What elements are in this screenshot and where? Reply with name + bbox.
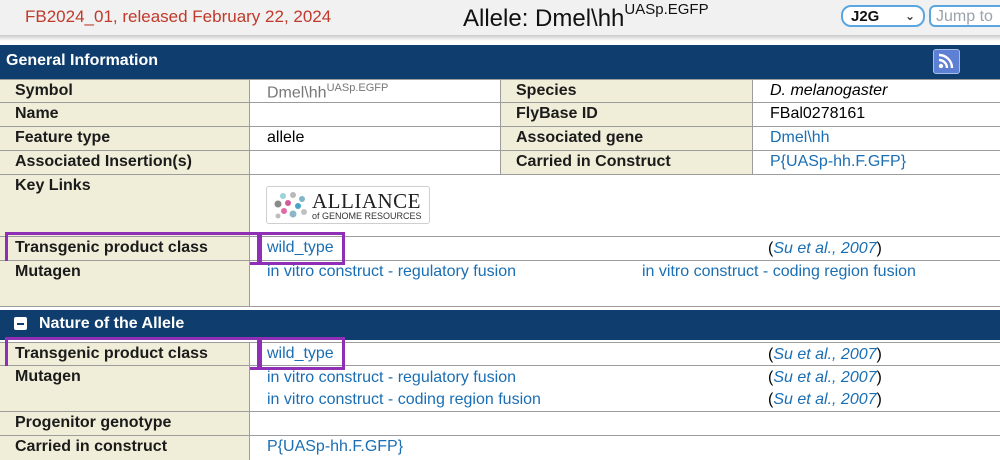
mutagen-link-coding[interactable]: in vitro construct - coding region fusio…: [642, 263, 916, 281]
progenitor-genotype-label: Progenitor genotype: [0, 412, 249, 435]
name-value: [249, 103, 500, 126]
row-progenitor-genotype: Progenitor genotype: [0, 412, 1000, 436]
symbol-value: Dmel\hhUASp.EGFP: [249, 80, 500, 102]
header-shadow: [0, 35, 1000, 41]
alliance-logo[interactable]: ALLIANCE of GENOME RESOURCES: [266, 186, 430, 224]
species-label: Species: [500, 80, 752, 102]
symbol-label: Symbol: [0, 80, 249, 102]
flybase-id-label: FlyBase ID: [500, 103, 752, 126]
chevron-down-icon: ⌄: [904, 9, 915, 23]
row-symbol: Symbol Dmel\hhUASp.EGFP Species D. melan…: [0, 79, 1000, 103]
top-bar: FB2024_01, released February 22, 2024 Al…: [0, 0, 1000, 35]
mutagen-label: Mutagen: [0, 261, 249, 306]
transgenic-product-class-cell: wild_type: [249, 237, 1000, 260]
feature-type-value: allele: [249, 127, 500, 150]
row-nature-mutagen: Mutagen in vitro construct - regulatory …: [0, 366, 1000, 412]
reference-link[interactable]: Su et al., 2007: [773, 369, 876, 386]
collapse-icon[interactable]: [14, 317, 27, 330]
progenitor-genotype-value: [249, 412, 1000, 435]
row-associated-insertion: Associated Insertion(s) Carried in Const…: [0, 151, 1000, 175]
rss-icon[interactable]: [933, 49, 960, 74]
row-name: Name FlyBase ID FBal0278161: [0, 103, 1000, 127]
nature-mutagen-label: Mutagen: [0, 366, 249, 411]
species-value: D. melanogaster: [752, 80, 1000, 102]
nature-mutagen-reference-1: (Su et al., 2007): [768, 369, 882, 386]
nature-of-allele-header[interactable]: Nature of the Allele: [0, 310, 1000, 340]
nature-carried-label: Carried in construct: [0, 436, 249, 460]
nature-mutagen-link-coding[interactable]: in vitro construct - coding region fusio…: [267, 391, 541, 408]
alliance-logo-subtext: of GENOME RESOURCES: [312, 211, 422, 221]
reference-link[interactable]: Su et al., 2007: [773, 346, 876, 363]
nature-carried-cell: P{UASp-hh.F.GFP}: [249, 436, 1000, 460]
row-carried-in-construct: Carried in construct P{UASp-hh.F.GFP}: [0, 436, 1000, 460]
key-links-label: Key Links: [0, 175, 249, 236]
associated-insertion-label: Associated Insertion(s): [0, 151, 249, 174]
associated-insertion-value: [249, 151, 500, 174]
nature-mutagen-link-regulatory[interactable]: in vitro construct - regulatory fusion: [267, 369, 516, 386]
alliance-logo-icon: [274, 192, 307, 219]
associated-gene-cell: Dmel\hh: [752, 127, 1000, 150]
row-key-links: Key Links: [0, 175, 1000, 237]
nature-transgenic-reference: (Su et al., 2007): [768, 346, 882, 363]
carried-in-construct-cell: P{UASp-hh.F.GFP}: [752, 151, 1000, 174]
page-title: Allele: Dmel\hhUASp.EGFP: [463, 1, 709, 32]
associated-gene-link[interactable]: Dmel\hh: [770, 129, 830, 146]
transgenic-reference: (Su et al., 2007): [768, 240, 882, 257]
release-info: FB2024_01, released February 22, 2024: [25, 7, 332, 26]
carried-in-construct-label: Carried in Construct: [500, 151, 752, 174]
carried-in-construct-link[interactable]: P{UASp-hh.F.GFP}: [770, 153, 906, 170]
jump-to-input[interactable]: Jump to: [929, 5, 1000, 27]
nature-carried-link[interactable]: P{UASp-hh.F.GFP}: [267, 438, 403, 455]
name-label: Name: [0, 103, 249, 126]
nature-transgenic-cell: wild_type: [249, 343, 1000, 365]
reference-link[interactable]: Su et al., 2007: [773, 391, 876, 408]
nature-mutagen-reference-2: (Su et al., 2007): [768, 391, 882, 408]
site-select[interactable]: J2G ⌄: [841, 5, 925, 27]
mutagen-link-regulatory[interactable]: in vitro construct - regulatory fusion: [267, 263, 516, 280]
flybase-id-value: FBal0278161: [752, 103, 1000, 126]
feature-type-label: Feature type: [0, 127, 249, 150]
row-mutagen: Mutagen in vitro construct - regulatory …: [0, 261, 1000, 307]
general-information-header[interactable]: General Information: [0, 45, 1000, 79]
associated-gene-label: Associated gene: [500, 127, 752, 150]
row-feature-type: Feature type allele Associated gene Dmel…: [0, 127, 1000, 151]
reference-link[interactable]: Su et al., 2007: [773, 240, 876, 257]
nature-mutagen-cell: in vitro construct - regulatory fusion i…: [249, 366, 1000, 411]
